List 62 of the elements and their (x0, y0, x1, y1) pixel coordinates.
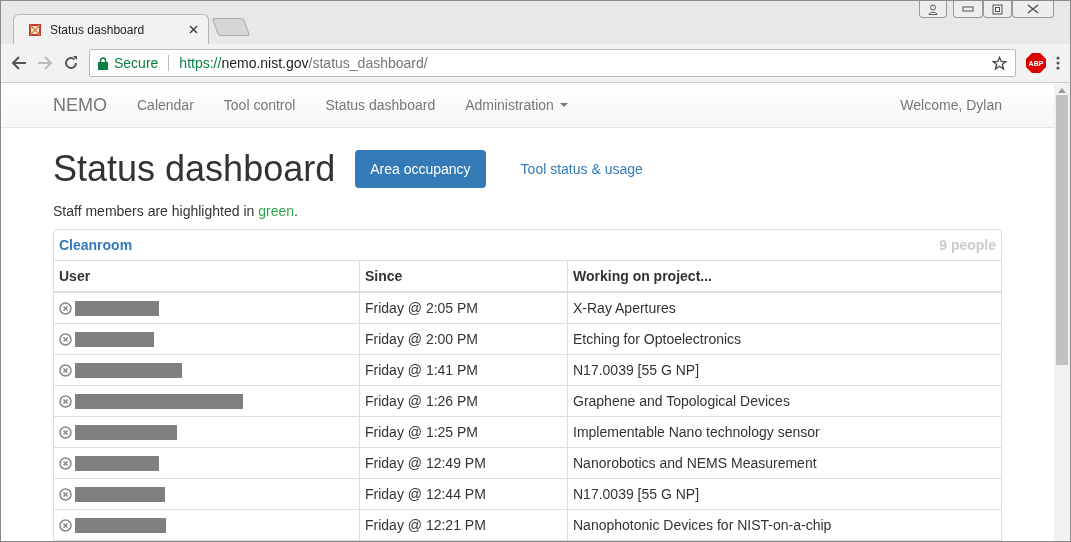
scrollbar[interactable] (1054, 83, 1070, 541)
reload-icon[interactable] (63, 55, 79, 71)
scroll-up-icon[interactable] (1058, 88, 1066, 93)
table-cell: Nanorobotics and NEMS Measurement (567, 447, 1001, 479)
remove-icon[interactable] (59, 301, 72, 315)
person-icon (928, 3, 938, 15)
area-name: Cleanroom (59, 237, 133, 253)
lock-icon (98, 56, 108, 70)
scroll-thumb[interactable] (1056, 95, 1068, 365)
page-tab[interactable]: Area occupancy (355, 150, 486, 188)
close-window-button[interactable] (1012, 1, 1054, 18)
nav-link[interactable]: Tool control (223, 97, 296, 113)
table-cell: Nanophotonic Devices for NIST-on-a-chip (567, 509, 1001, 540)
table-cell: Friday @ 12:44 PM (359, 478, 568, 510)
remove-icon[interactable] (59, 363, 72, 377)
remove-icon[interactable] (59, 425, 72, 439)
table-cell: Friday @ 2:00 PM (359, 323, 568, 355)
restore-button[interactable] (983, 1, 1012, 18)
remove-icon[interactable] (59, 332, 72, 346)
table-cell: Etching for Optoelectronics (567, 323, 1001, 355)
table-cell: Implementable Nano technology sensor (567, 416, 1001, 448)
table-cell: Friday @ 1:26 PM (359, 385, 568, 417)
nav-link[interactable]: Administration (465, 97, 568, 113)
page-tab[interactable]: Tool status & usage (505, 150, 658, 188)
nav-link[interactable]: Status dashboard (325, 97, 436, 113)
nav-link[interactable]: Calendar (137, 97, 194, 113)
staff-note: Staff members are highlighted in green. (53, 203, 299, 219)
page-title: Status dashboard (53, 148, 336, 190)
remove-icon[interactable] (59, 518, 72, 532)
column-header: User (54, 261, 360, 292)
address-bar[interactable]: Secure https://nemo.nist.gov/status_dashboard/ (89, 49, 1016, 77)
minimize-icon (962, 6, 974, 12)
caret-icon (559, 103, 568, 107)
profile-button[interactable] (919, 1, 947, 18)
welcome-text: Welcome, Dylan (900, 97, 1002, 113)
brand-link[interactable]: NEMO (53, 94, 107, 116)
back-icon[interactable] (11, 55, 27, 71)
table-cell: Graphene and Topological Devices (567, 385, 1001, 417)
table-cell: Friday @ 12:21 PM (359, 509, 568, 540)
close-icon[interactable] (189, 25, 198, 34)
secure-label: Secure (114, 55, 159, 71)
star-icon[interactable] (992, 55, 1007, 71)
app-logo-icon (28, 22, 42, 37)
restore-icon (992, 3, 1003, 15)
table-cell: Friday @ 12:49 PM (359, 447, 568, 479)
remove-icon[interactable] (59, 456, 72, 470)
table-cell: Friday @ 2:05 PM (359, 292, 568, 324)
close-icon (1027, 4, 1039, 14)
table-cell: Friday @ 1:41 PM (359, 354, 568, 386)
table-cell: X-Ray Apertures (567, 292, 1001, 324)
table-cell: N17.0039 [55 G NP] (567, 478, 1001, 510)
menu-icon[interactable] (1056, 56, 1060, 70)
remove-icon[interactable] (59, 487, 72, 501)
tab-title: Status dashboard (50, 22, 146, 37)
table-cell: N17.0039 [55 G NP] (567, 354, 1001, 386)
column-header: Since (359, 261, 568, 292)
table-cell: Friday @ 1:25 PM (359, 416, 568, 448)
column-header: Working on project... (567, 261, 1001, 292)
new-tab-button[interactable] (211, 18, 251, 36)
browser-tab[interactable]: Status dashboard (13, 14, 209, 44)
remove-icon[interactable] (59, 394, 72, 408)
url-text: https://nemo.nist.gov/status_dashboard/ (179, 55, 429, 71)
